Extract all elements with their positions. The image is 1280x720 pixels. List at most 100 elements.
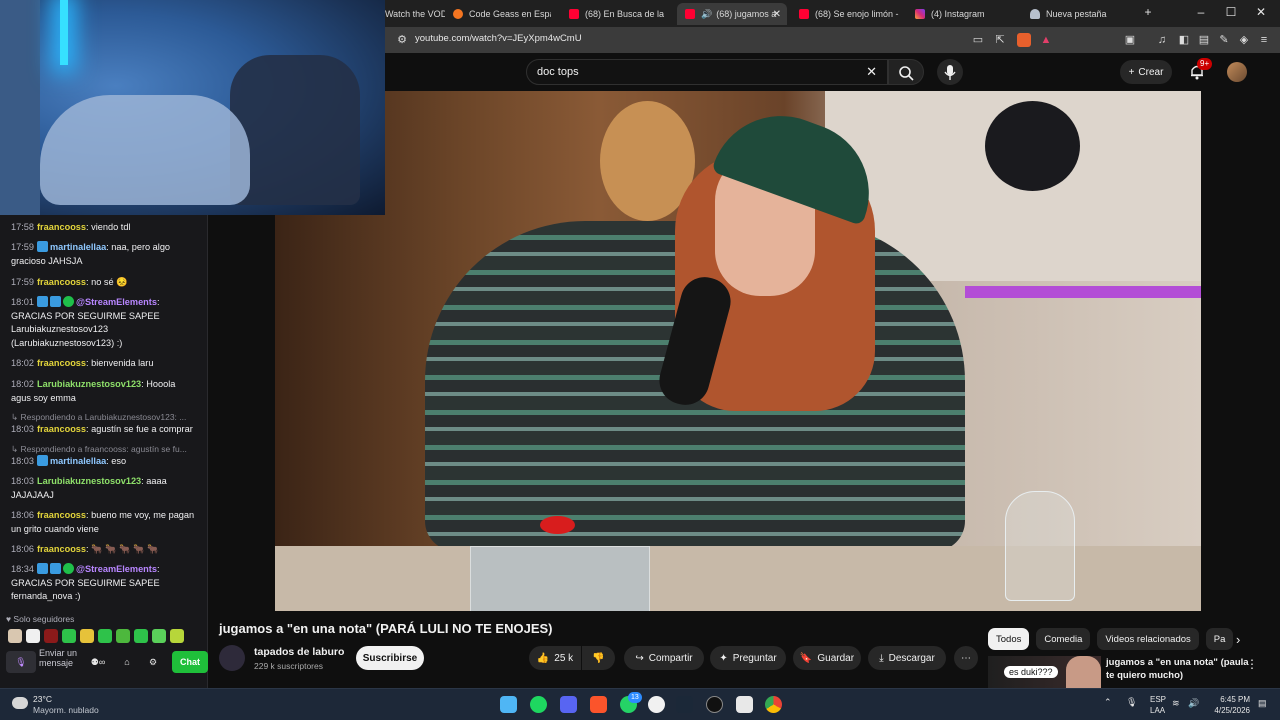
chrome-icon[interactable] — [765, 696, 782, 713]
more-vert-icon[interactable]: ⋮ — [1246, 657, 1258, 671]
weather-cloud-icon[interactable] — [12, 697, 28, 709]
more-actions-button[interactable]: ⋯ — [954, 646, 978, 670]
chat-message: 18:06 fraancooss: bueno me voy, me pagan … — [11, 510, 195, 534]
thumbnail-face — [1066, 656, 1101, 688]
microphone-button[interactable]: 🎙 — [6, 651, 36, 673]
channel-name[interactable]: tapados de laburo — [254, 646, 344, 658]
search-button[interactable] — [888, 59, 924, 85]
vpn-icon[interactable]: ◈ — [1237, 33, 1251, 47]
spotify-icon[interactable] — [530, 696, 547, 713]
store-icon[interactable]: ⌂ — [118, 651, 136, 673]
obs-icon[interactable] — [706, 696, 723, 713]
chip-more[interactable]: Pa — [1205, 628, 1234, 650]
chip-comedia[interactable]: Comedia — [1036, 628, 1091, 650]
emote-icon[interactable] — [26, 629, 40, 643]
chat-send-button[interactable]: Chat — [172, 651, 208, 673]
capcut-icon[interactable] — [736, 696, 753, 713]
wallet-icon[interactable]: ▤ — [1197, 33, 1211, 47]
input-language[interactable]: ESP — [1150, 695, 1166, 704]
settings-icon[interactable]: ⚙ — [144, 651, 162, 673]
emote-icon[interactable] — [80, 629, 94, 643]
webcam-wall — [0, 0, 40, 215]
notification-center-icon[interactable]: ▤ — [1258, 698, 1267, 709]
like-button[interactable]: 👍 25 k — [529, 646, 581, 670]
bookmark-icon: 🔖 — [799, 652, 813, 664]
menu-icon[interactable]: ≡ — [1257, 33, 1271, 47]
emote-icon[interactable] — [170, 629, 184, 643]
close-icon[interactable]: ✕ — [773, 9, 781, 20]
ask-button[interactable]: ✦ Preguntar — [710, 646, 786, 670]
clock-date[interactable]: 4/25/2026 — [1205, 706, 1250, 715]
maximize-icon[interactable]: ☐ — [1223, 5, 1239, 19]
search-input[interactable]: doc tops — [537, 66, 579, 78]
rewards-icon[interactable]: ▲ — [1039, 33, 1053, 47]
reader-icon[interactable]: ▣ — [1123, 33, 1137, 47]
site-info-icon[interactable]: ⚙ — [395, 33, 409, 47]
video-player[interactable] — [275, 91, 1201, 611]
save-button[interactable]: 🔖 Guardar — [793, 646, 861, 670]
steam-icon[interactable] — [676, 696, 693, 713]
input-layout[interactable]: LAA — [1150, 706, 1165, 715]
community-icon[interactable]: ⚉∞ — [84, 651, 112, 673]
share-button[interactable]: ↪ Compartir — [624, 646, 704, 670]
emote-icon[interactable] — [116, 629, 130, 643]
video-title: jugamos a "en una nota" (PARÁ LULI NO TE… — [219, 621, 553, 636]
brave-shield-icon[interactable] — [1017, 33, 1031, 47]
volume-icon[interactable]: 🔊 — [1188, 698, 1199, 709]
video-guitar — [985, 101, 1080, 191]
chevron-right-icon[interactable]: › — [1236, 632, 1240, 647]
url-input[interactable]: youtube.com/watch?v=JEyXpm4wCmU — [415, 33, 582, 44]
emote-icon[interactable] — [8, 629, 22, 643]
brave-icon[interactable] — [590, 696, 607, 713]
emote-icon[interactable] — [62, 629, 76, 643]
tab-active[interactable]: 🔊 (68) jugamos a ✕ — [677, 3, 787, 25]
recommended-video-title[interactable]: jugamos a "en una nota" (paula te quiero… — [1106, 656, 1256, 682]
chat-message: 17:58 fraancooss: viendo tdl — [11, 222, 131, 232]
tab[interactable]: Watch the VOD — [385, 3, 445, 25]
create-button[interactable]: + Crear — [1120, 60, 1172, 84]
tab[interactable]: (68) En Busca de la Mej — [569, 3, 667, 25]
browser-tab-bar: Watch the VOD Code Geass en Español (68)… — [385, 0, 1280, 27]
emote-icon[interactable] — [152, 629, 166, 643]
minimize-icon[interactable]: – — [1193, 5, 1209, 19]
cast-icon[interactable]: ▭ — [971, 33, 985, 47]
chat-message: 18:01 @StreamElements: GRACIAS POR SEGUIR… — [11, 296, 160, 348]
chat-message-input[interactable]: Enviar un mensaje — [39, 648, 79, 668]
recommended-video-thumbnail[interactable]: es duki??? — [988, 656, 1101, 688]
weather-temperature[interactable]: 23°C — [33, 694, 52, 704]
chevron-up-icon[interactable]: ⌃ — [1104, 697, 1112, 708]
subscriber-count: 229 k suscriptores — [254, 661, 323, 671]
channel-avatar[interactable] — [219, 645, 245, 671]
dislike-button[interactable]: 👎 — [582, 646, 615, 670]
emote-bar — [8, 629, 184, 643]
tab[interactable]: Code Geass en Español — [453, 3, 551, 25]
media-icon[interactable]: ♫ — [1155, 33, 1169, 47]
download-button[interactable]: ⤓ Descargar — [868, 646, 946, 670]
wifi-icon[interactable]: ≋ — [1172, 698, 1180, 709]
share-icon[interactable]: ⇱ — [993, 33, 1007, 47]
thumbnail-caption: es duki??? — [1004, 666, 1058, 678]
voice-search-button[interactable] — [937, 59, 963, 85]
account-avatar[interactable] — [1227, 62, 1247, 82]
sidebar-icon[interactable]: ◧ — [1177, 33, 1191, 47]
start-icon[interactable] — [500, 696, 517, 713]
new-tab-icon[interactable]: + — [1140, 5, 1156, 19]
emote-icon[interactable] — [134, 629, 148, 643]
extensions-icon[interactable]: ✎ — [1217, 33, 1231, 47]
discord-icon[interactable] — [560, 696, 577, 713]
weather-description[interactable]: Mayorm. nublado — [33, 705, 99, 715]
chip-videos-relacionados[interactable]: Videos relacionados — [1097, 628, 1199, 650]
subscribe-button[interactable]: Suscribirse — [356, 646, 424, 670]
emote-icon[interactable] — [44, 629, 58, 643]
microphone-icon[interactable]: 🎙 — [1126, 697, 1137, 708]
github-icon[interactable] — [648, 696, 665, 713]
chip-todos[interactable]: Todos — [988, 628, 1030, 650]
clear-search-icon[interactable]: ✕ — [866, 64, 877, 80]
close-window-icon[interactable]: ✕ — [1253, 5, 1269, 19]
tab[interactable]: (68) Se enojo limón - Yo — [799, 3, 899, 25]
emote-icon[interactable] — [98, 629, 112, 643]
search-box[interactable]: doc tops ✕ — [526, 59, 888, 85]
tab[interactable]: Nueva pestaña — [1030, 3, 1130, 25]
clock-time[interactable]: 6:45 PM — [1218, 695, 1250, 704]
tab[interactable]: (4) Instagram — [915, 3, 1015, 25]
